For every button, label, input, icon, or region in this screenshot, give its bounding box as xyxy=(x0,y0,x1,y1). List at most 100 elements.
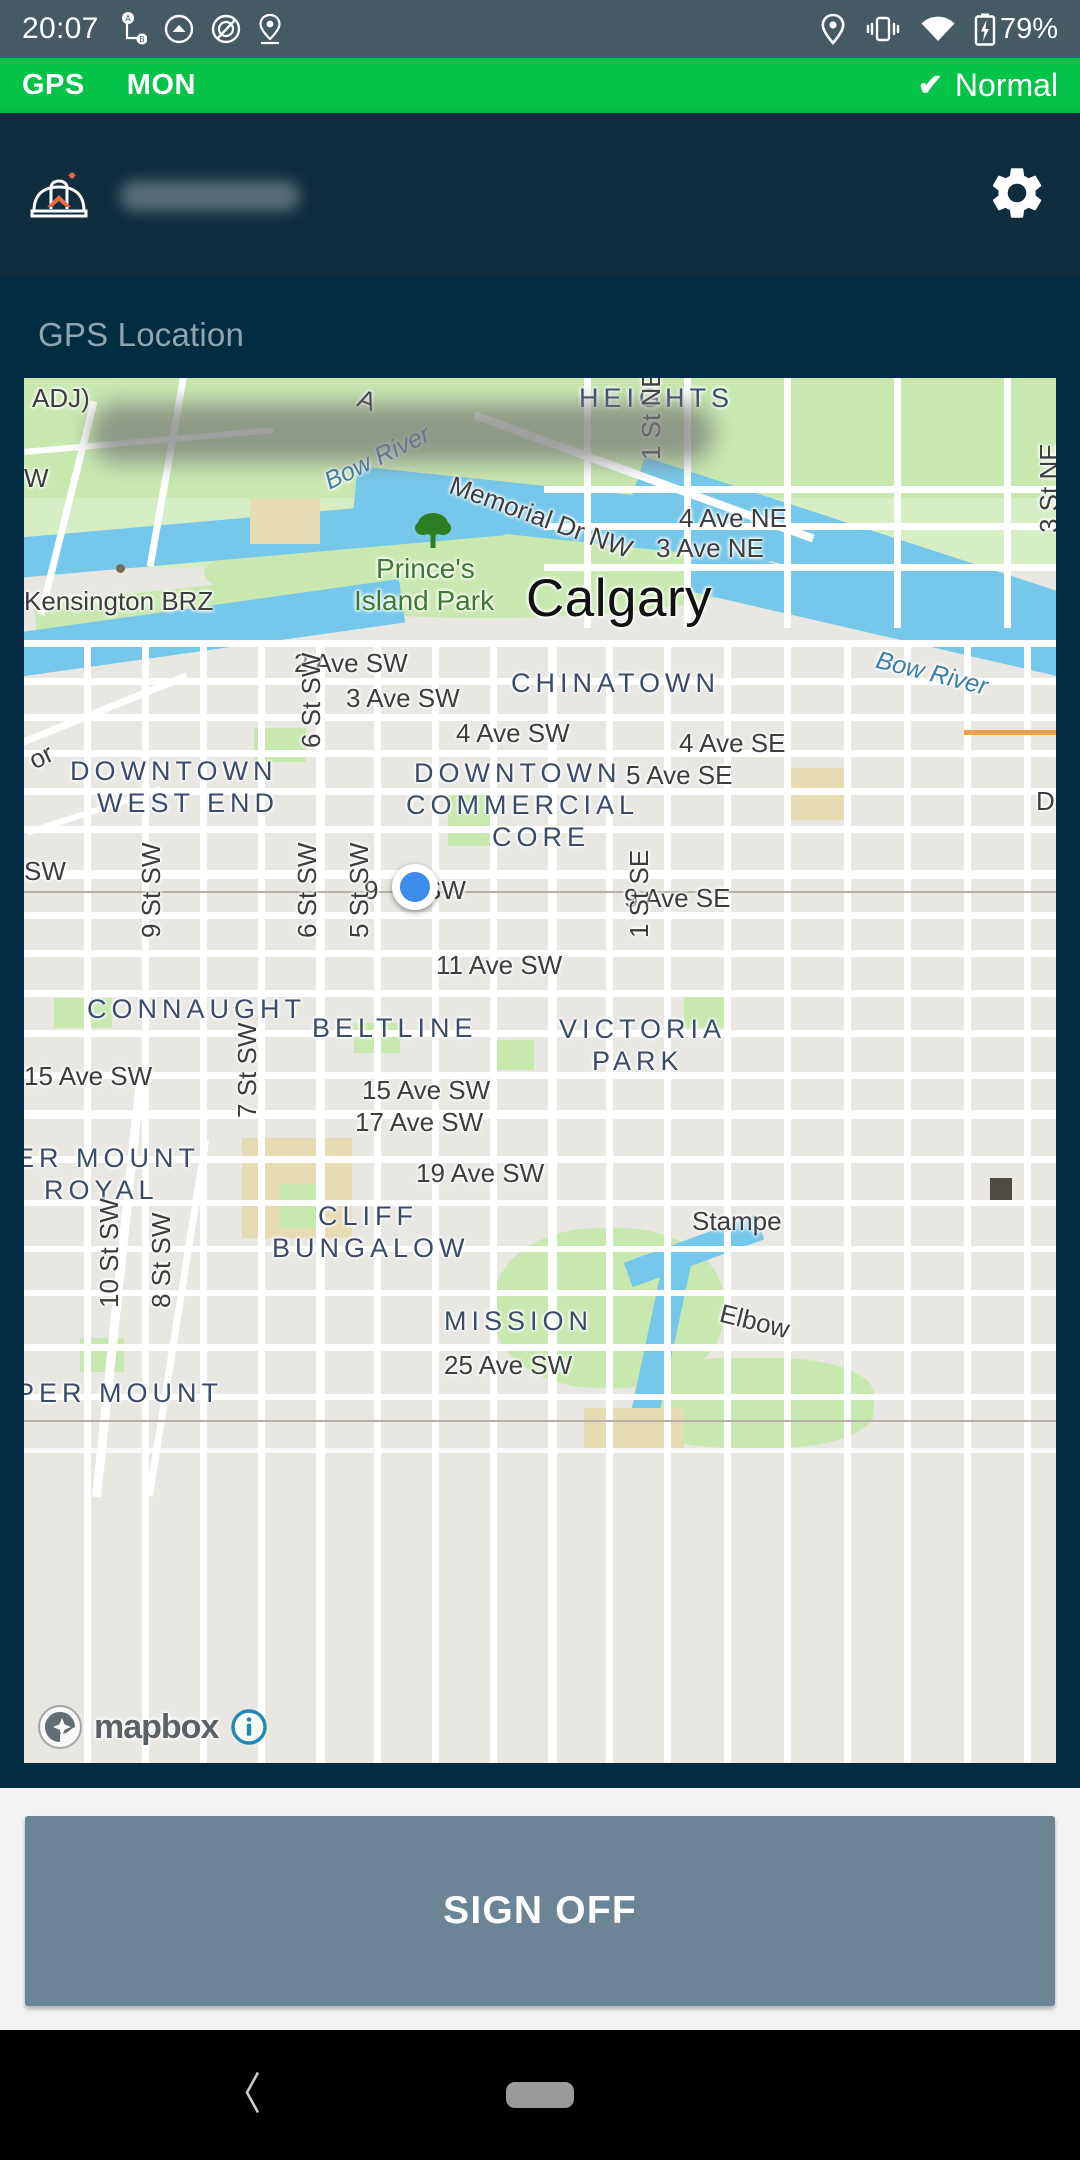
status-right-icons xyxy=(820,13,996,46)
map-street-label-12: 4 Ave SE xyxy=(679,728,786,758)
location-puck-dot xyxy=(400,872,430,902)
map-street-label-28: 17 Ave SW xyxy=(355,1107,484,1137)
map-neighborhood-label-9: VICTORIA xyxy=(559,1014,727,1044)
gps-status-bar: GPS MON ✔ Normal xyxy=(0,58,1080,113)
location-pin-icon xyxy=(820,13,846,46)
map-neighborhood-label-8: BELTLINE xyxy=(312,1013,478,1043)
phone-screen: 20:07 A B 79% GPS MON ✔ Normal GPS Locat… xyxy=(0,0,1080,2160)
map-neighborhood-label-6: CORE xyxy=(492,822,591,852)
sign-off-button[interactable]: SIGN OFF xyxy=(25,1816,1055,2006)
map-neighborhood-label-2: DOWNTOWN xyxy=(70,756,278,786)
map-road-v-11 xyxy=(664,640,671,1763)
android-nav-bar xyxy=(0,2030,1080,2160)
gear-icon xyxy=(986,162,1048,229)
map-street-label-14: D xyxy=(1036,786,1055,816)
map-road-h-15 xyxy=(24,1200,1056,1206)
map-neighborhood-label-7: CONNAUGHT xyxy=(87,994,306,1024)
map-street-label-30: 19 Ave SW xyxy=(416,1158,545,1188)
android-status-bar: 20:07 A B 79% xyxy=(0,0,1080,58)
map-road-v-13 xyxy=(784,640,791,1763)
settings-button[interactable] xyxy=(982,161,1052,231)
map-road-h-7 xyxy=(24,870,1056,879)
map-neighborhood-label-1: CHINATOWN xyxy=(511,668,720,698)
map-street-label-0: ADJ) xyxy=(32,383,90,413)
hard-hat-maple-leaf-logo xyxy=(28,165,90,227)
mapbox-wordmark: mapbox xyxy=(94,1707,219,1746)
map-railway xyxy=(24,891,1056,893)
map-city-label: Calgary xyxy=(526,569,713,628)
map-road-h-16 xyxy=(24,1246,1056,1252)
map-street-label-22: 6 St SW xyxy=(292,842,322,938)
map-banner-redacted xyxy=(89,403,714,463)
map-road-ne-v-4 xyxy=(894,378,901,628)
wifi-icon xyxy=(920,15,956,43)
map-road-h-12 xyxy=(24,1072,1056,1079)
map-road-h-1 xyxy=(24,640,1056,647)
map-neighborhood-label-13: CLIFF xyxy=(318,1201,419,1231)
map-street-label-31: Stampe xyxy=(692,1206,782,1236)
map-road-v-16 xyxy=(964,640,971,1763)
map-road-ne-h-1 xyxy=(544,486,1056,493)
map-street-label-7: 3 St NE xyxy=(1034,443,1056,533)
map-poi-dot xyxy=(116,564,125,573)
back-icon[interactable] xyxy=(238,2067,268,2124)
main-content: GPS Location HEIGHTS CHINATOWN DOWNTOWN … xyxy=(0,278,1080,1788)
map-street-label-32: 10 St SW xyxy=(94,1198,124,1308)
home-pill[interactable] xyxy=(506,2082,574,2108)
map-neighborhood-label-15: MISSION xyxy=(444,1306,594,1336)
connection-status-label: Normal xyxy=(954,67,1058,103)
map-neighborhood-label-11: ER MOUNT xyxy=(24,1143,200,1173)
map-railway-2 xyxy=(24,1420,1056,1422)
svg-text:A: A xyxy=(125,14,131,23)
map-street-label-23: 5 St SW xyxy=(344,842,374,938)
map-road-v-14 xyxy=(844,640,851,1763)
map-street-label-5: 4 Ave NE xyxy=(679,503,787,533)
map-park-label-0: Prince's xyxy=(376,553,475,584)
map-street-label-2: W xyxy=(24,463,49,493)
svg-text:B: B xyxy=(139,35,144,44)
map-neighborhood-label-10: PARK xyxy=(592,1046,684,1076)
map-neighborhood-label-5: COMMERCIAL xyxy=(406,790,640,820)
map-poi-stampede xyxy=(990,1178,1012,1200)
mapbox-attribution[interactable]: mapbox xyxy=(38,1705,268,1749)
do-not-disturb-icon xyxy=(211,14,241,44)
map-street-label-33: 8 St SW xyxy=(146,1212,176,1308)
mon-indicator-label: MON xyxy=(126,69,196,101)
location-download-icon xyxy=(258,13,282,45)
map-street-label-24: 1 St SE xyxy=(624,849,654,938)
current-location-marker xyxy=(392,864,438,910)
check-icon: ✔ xyxy=(917,69,943,102)
map-street-label-6: 3 Ave NE xyxy=(656,533,764,563)
app-title-redacted xyxy=(120,180,300,211)
chevron-up-circle-icon xyxy=(164,14,194,44)
map-street-label-27: 15 Ave SW xyxy=(362,1075,491,1105)
map-road-h-11 xyxy=(24,1030,1056,1037)
app-bar xyxy=(0,113,1080,278)
map-street-label-11: 4 Ave SW xyxy=(456,718,570,748)
mapbox-logo-icon xyxy=(38,1705,82,1749)
gps-indicator-label: GPS xyxy=(22,69,85,101)
map-street-label-13: 5 Ave SE xyxy=(626,760,733,790)
map-street-label-17: SW xyxy=(24,856,66,886)
map-info-icon[interactable] xyxy=(230,1708,268,1746)
map-neighborhood-label-3: WEST END xyxy=(97,788,280,818)
map-block-sand-1 xyxy=(250,498,320,544)
map-street-label-21: 9 St SW xyxy=(136,842,166,938)
status-clock: 20:07 xyxy=(22,12,99,45)
map-road-h-20 xyxy=(24,1448,1056,1453)
route-ab-icon: A B xyxy=(119,12,147,46)
map-street-label-25: 11 Ave SW xyxy=(436,950,563,980)
map-view[interactable]: HEIGHTS CHINATOWN DOWNTOWN WEST END DOWNTOWN… xyxy=(24,378,1056,1763)
map-neighborhood-label-4: DOWNTOWN xyxy=(414,758,622,788)
map-park-small-5 xyxy=(494,1040,534,1070)
map-street-label-16: 6 St SW xyxy=(296,652,326,748)
map-street-label-8: Kensington BRZ xyxy=(24,586,214,616)
gps-location-label: GPS Location xyxy=(38,316,245,353)
map-neighborhood-label-14: BUNGALOW xyxy=(272,1233,470,1263)
map-road-v-17 xyxy=(1024,640,1031,1763)
vibrate-icon xyxy=(864,15,902,43)
status-left-icons: A B xyxy=(119,12,282,46)
map-street-label-29: 7 St SW xyxy=(232,1022,262,1118)
map-road-ne-v-5 xyxy=(1004,378,1011,628)
map-road-highway xyxy=(964,730,1056,735)
